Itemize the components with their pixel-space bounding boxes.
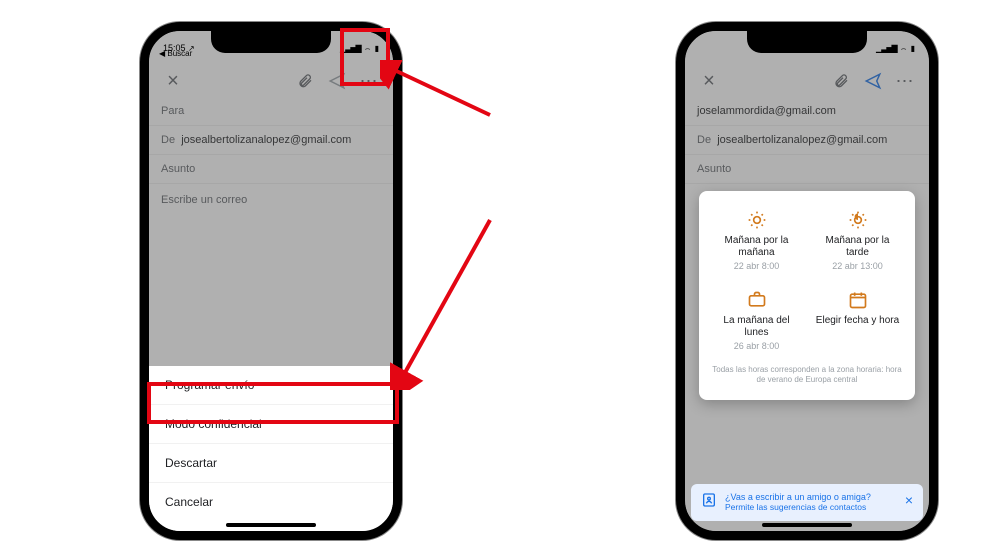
opt-sub: 22 abr 13:00 bbox=[810, 261, 905, 271]
sheet-discard[interactable]: Descartar bbox=[149, 443, 393, 482]
contact-suggestion-banner[interactable]: ¿Vas a escribir a un amigo o amiga? Perm… bbox=[691, 484, 923, 521]
home-indicator bbox=[762, 523, 852, 527]
wifi-icon: ⌢ bbox=[365, 43, 371, 54]
sheet-cancel[interactable]: Cancelar bbox=[149, 482, 393, 521]
opt-title: Mañana por la tarde bbox=[815, 235, 900, 259]
briefcase-icon bbox=[709, 289, 804, 311]
contacts-icon bbox=[701, 492, 717, 513]
sun-icon bbox=[709, 209, 804, 231]
schedule-opt-tomorrow-morning[interactable]: Mañana por la mañana 22 abr 8:00 bbox=[709, 209, 804, 271]
home-indicator bbox=[226, 523, 316, 527]
signal-icon: ▁▃▅▇ bbox=[876, 44, 897, 53]
signal-icon: ▁▃▅▇ bbox=[340, 44, 361, 53]
dismiss-suggest-button[interactable]: × bbox=[905, 492, 913, 508]
notch bbox=[747, 31, 867, 53]
phone-left: 15:05 ↗ ▁▃▅▇ ⌢ ▮ ◀ Buscar × ⋯ Para De jo… bbox=[140, 22, 402, 540]
annotation-arrow-sheet bbox=[390, 210, 500, 390]
battery-icon: ▮ bbox=[911, 44, 915, 53]
timezone-note: Todas las horas corresponden a la zona h… bbox=[709, 365, 905, 386]
opt-sub: 22 abr 8:00 bbox=[709, 261, 804, 271]
battery-icon: ▮ bbox=[375, 44, 379, 53]
notch bbox=[211, 31, 331, 53]
back-buscar[interactable]: ◀ Buscar bbox=[159, 49, 192, 58]
phone-right: ▁▃▅▇ ⌢ ▮ × ⋯ joselammordida@gmail.com De… bbox=[676, 22, 938, 540]
sheet-confidential[interactable]: Modo confidencial bbox=[149, 404, 393, 443]
schedule-opt-tomorrow-afternoon[interactable]: Mañana por la tarde 22 abr 13:00 bbox=[810, 209, 905, 271]
suggest-title: ¿Vas a escribir a un amigo o amiga? bbox=[725, 492, 871, 502]
calendar-icon bbox=[810, 289, 905, 311]
sheet-schedule-send[interactable]: Programar envío bbox=[149, 366, 393, 404]
schedule-picker-dialog: Mañana por la mañana 22 abr 8:00 Mañana … bbox=[699, 191, 915, 400]
wifi-icon: ⌢ bbox=[901, 43, 907, 54]
schedule-opt-monday-morning[interactable]: La mañana del lunes 26 abr 8:00 bbox=[709, 289, 804, 351]
suggest-sub: Permite las sugerencias de contactos bbox=[725, 502, 897, 512]
schedule-opt-pick-datetime[interactable]: Elegir fecha y hora bbox=[810, 289, 905, 351]
action-sheet: Programar envío Modo confidencial Descar… bbox=[149, 366, 393, 531]
opt-title: La mañana del lunes bbox=[714, 315, 799, 339]
opt-sub: 26 abr 8:00 bbox=[709, 341, 804, 351]
opt-title: Mañana por la mañana bbox=[714, 235, 799, 259]
opt-title: Elegir fecha y hora bbox=[815, 315, 900, 327]
sun-half-icon bbox=[810, 209, 905, 231]
